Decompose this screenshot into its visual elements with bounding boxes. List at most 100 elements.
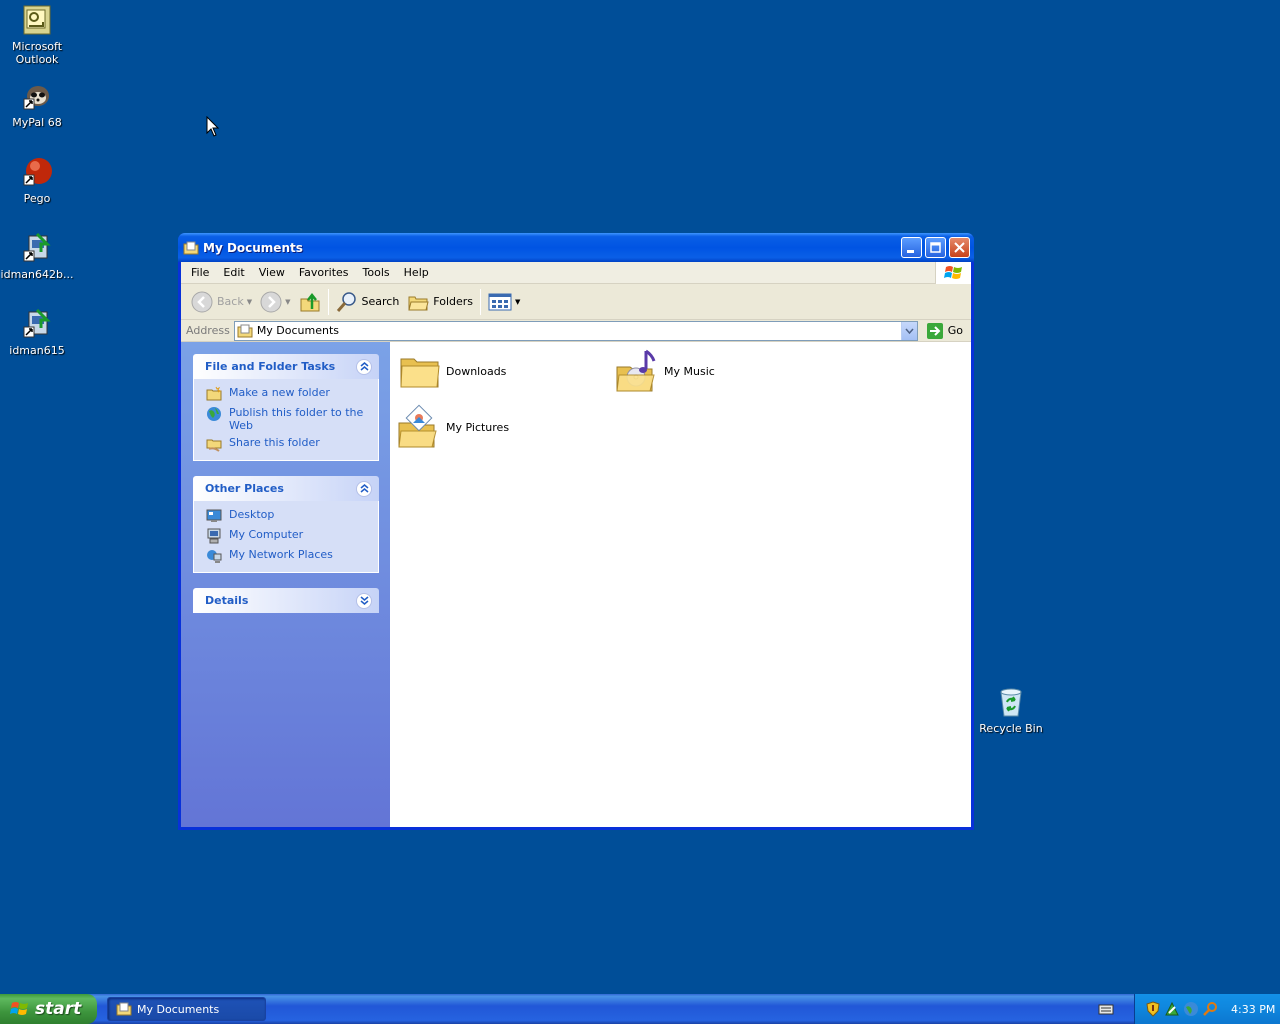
panel-body: Make a new folder Publish this folder to…: [193, 379, 379, 461]
network-connection-icon[interactable]: [1183, 1001, 1199, 1017]
desktop-icon-idman642[interactable]: idman642b...: [0, 232, 74, 281]
search-icon: [336, 291, 356, 312]
collapse-chevron-icon[interactable]: [356, 358, 372, 375]
back-dropdown-icon[interactable]: ▼: [247, 298, 252, 306]
title-bar[interactable]: My Documents: [178, 233, 974, 262]
back-button[interactable]: Back ▼: [187, 287, 256, 317]
clock[interactable]: 4:33 PM: [1231, 1003, 1275, 1016]
desktop-icon-idman615[interactable]: idman615: [0, 308, 74, 357]
task-pane: File and Folder Tasks Make a new folder: [181, 342, 390, 827]
share-folder-icon: [206, 439, 222, 452]
search-tray-icon[interactable]: [1202, 1001, 1218, 1017]
views-button[interactable]: ▼: [484, 287, 524, 317]
folders-button[interactable]: Folders: [403, 287, 477, 317]
panel-title: Other Places: [205, 482, 284, 495]
panel-header[interactable]: Other Places: [193, 476, 379, 501]
desktop-icon-outlook[interactable]: Microsoft Outlook: [0, 4, 74, 66]
desktop-icon-pego[interactable]: Pego: [0, 156, 74, 205]
task-share-folder[interactable]: Share this folder: [206, 436, 370, 452]
minimize-button[interactable]: [901, 237, 922, 258]
explorer-window: My Documents File Edit View Favorites To…: [178, 233, 974, 830]
up-button[interactable]: [295, 287, 325, 317]
menu-tools[interactable]: Tools: [356, 266, 397, 279]
panel-body: Desktop My Computer My Network Places: [193, 501, 379, 573]
chevron-down-icon: [905, 328, 914, 334]
expand-chevron-icon[interactable]: [356, 592, 372, 609]
other-places-panel: Other Places Desktop My Computer My Netw…: [193, 476, 379, 573]
desktop-icon-label: MyPal 68: [12, 116, 62, 129]
music-folder-icon: [616, 349, 656, 392]
task-publish-folder[interactable]: Publish this folder to the Web: [206, 406, 370, 432]
desktop-icon-label: Recycle Bin: [979, 722, 1043, 735]
panel-header[interactable]: File and Folder Tasks: [193, 354, 379, 379]
installer-icon: [23, 308, 51, 338]
panel-header[interactable]: Details: [193, 588, 379, 613]
close-button[interactable]: [949, 237, 970, 258]
keyboard-language-icon[interactable]: [1098, 1002, 1114, 1016]
window-title: My Documents: [203, 240, 303, 255]
panel-title: Details: [205, 594, 249, 607]
task-label: Publish this folder to the Web: [229, 406, 364, 432]
windows-flag-icon: [10, 1002, 28, 1015]
installer-icon: [23, 232, 51, 262]
toolbar-separator: [327, 288, 329, 315]
menu-file[interactable]: File: [184, 266, 216, 279]
place-my-network-places[interactable]: My Network Places: [206, 548, 370, 564]
folder-my-music[interactable]: My Music: [614, 346, 814, 396]
forward-arrow-icon: [260, 291, 282, 312]
forward-dropdown-icon[interactable]: ▼: [285, 298, 290, 306]
place-label: Desktop: [229, 508, 275, 521]
my-documents-icon: [116, 1002, 132, 1016]
menu-edit[interactable]: Edit: [216, 266, 251, 279]
network-status-icon[interactable]: [1164, 1001, 1180, 1017]
computer-icon: [207, 528, 221, 544]
start-button[interactable]: start: [0, 994, 97, 1024]
place-desktop[interactable]: Desktop: [206, 508, 370, 524]
folder-downloads[interactable]: Downloads: [396, 346, 596, 396]
network-icon: [207, 550, 222, 563]
pego-icon: [23, 158, 52, 186]
windows-logo: [935, 262, 971, 284]
my-documents-icon: [237, 324, 253, 337]
desktop-icon-label: Microsoft Outlook: [11, 40, 63, 66]
folder-my-pictures[interactable]: My Pictures: [396, 402, 596, 452]
file-name: My Pictures: [446, 420, 510, 434]
views-dropdown-icon[interactable]: ▼: [515, 298, 520, 306]
desktop-icon-mypal[interactable]: MyPal 68: [0, 80, 74, 129]
menu-help[interactable]: Help: [397, 266, 436, 279]
address-label: Address: [186, 324, 230, 337]
system-tray: 4:33 PM: [1134, 994, 1280, 1024]
desktop-icon-recycle-bin[interactable]: Recycle Bin: [974, 686, 1048, 735]
menu-favorites[interactable]: Favorites: [292, 266, 356, 279]
address-bar: Address My Documents Go: [181, 320, 971, 342]
go-arrow-icon: [926, 322, 943, 339]
globe-icon: [207, 407, 221, 421]
desktop-icon: [206, 509, 222, 522]
back-arrow-icon: [191, 291, 213, 312]
address-input[interactable]: My Documents: [233, 320, 918, 341]
place-my-computer[interactable]: My Computer: [206, 528, 370, 544]
task-make-new-folder[interactable]: Make a new folder: [206, 386, 370, 402]
folders-icon: [408, 296, 429, 310]
search-button[interactable]: Search: [332, 287, 404, 317]
maximize-icon: [930, 242, 941, 253]
back-label: Back: [217, 295, 244, 308]
details-panel: Details: [193, 588, 379, 613]
folders-label: Folders: [433, 295, 474, 308]
security-shield-icon[interactable]: [1145, 1001, 1161, 1017]
file-folder-tasks-panel: File and Folder Tasks Make a new folder: [193, 354, 379, 461]
menu-view[interactable]: View: [252, 266, 292, 279]
collapse-chevron-icon[interactable]: [356, 480, 372, 497]
place-label: My Computer: [229, 528, 304, 541]
folder-up-icon: [300, 292, 319, 311]
taskbar: start My Documents 4:33 PM: [0, 994, 1280, 1024]
my-documents-icon: [183, 241, 199, 254]
desktop-icon-label: idman615: [9, 344, 65, 357]
maximize-button[interactable]: [925, 237, 946, 258]
close-icon: [954, 242, 965, 253]
address-dropdown-button[interactable]: [900, 321, 917, 340]
forward-button[interactable]: ▼: [256, 287, 294, 317]
file-list-area[interactable]: Downloads My Music My Pictures: [390, 342, 971, 827]
taskbar-button-my-documents[interactable]: My Documents: [107, 997, 266, 1021]
go-button[interactable]: Go: [922, 322, 967, 340]
